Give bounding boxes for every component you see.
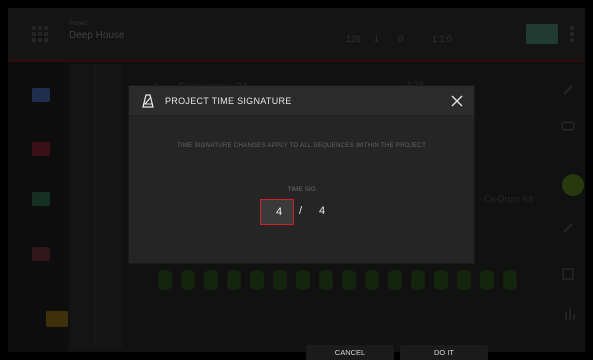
time-sig-numerator-field[interactable]: 4 [260, 199, 294, 225]
time-signature-dialog: PROJECT TIME SIGNATURE TIME SIGNATURE CH… [129, 86, 474, 263]
cancel-button[interactable]: CANCEL [306, 345, 394, 360]
metronome-icon [142, 94, 154, 108]
close-icon[interactable] [450, 94, 464, 108]
numerator-value: 4 [275, 206, 283, 218]
time-sig-denominator-field[interactable]: 4 [315, 205, 329, 217]
time-sig-separator: / [299, 205, 303, 217]
dialog-header: PROJECT TIME SIGNATURE [129, 86, 474, 116]
time-sig-label: TIME SIG [287, 186, 316, 193]
dialog-title: PROJECT TIME SIGNATURE [165, 96, 292, 106]
dialog-message: TIME SIGNATURE CHANGES APPLY TO ALL SEQU… [176, 142, 427, 149]
do-it-button[interactable]: DO IT [400, 345, 488, 360]
